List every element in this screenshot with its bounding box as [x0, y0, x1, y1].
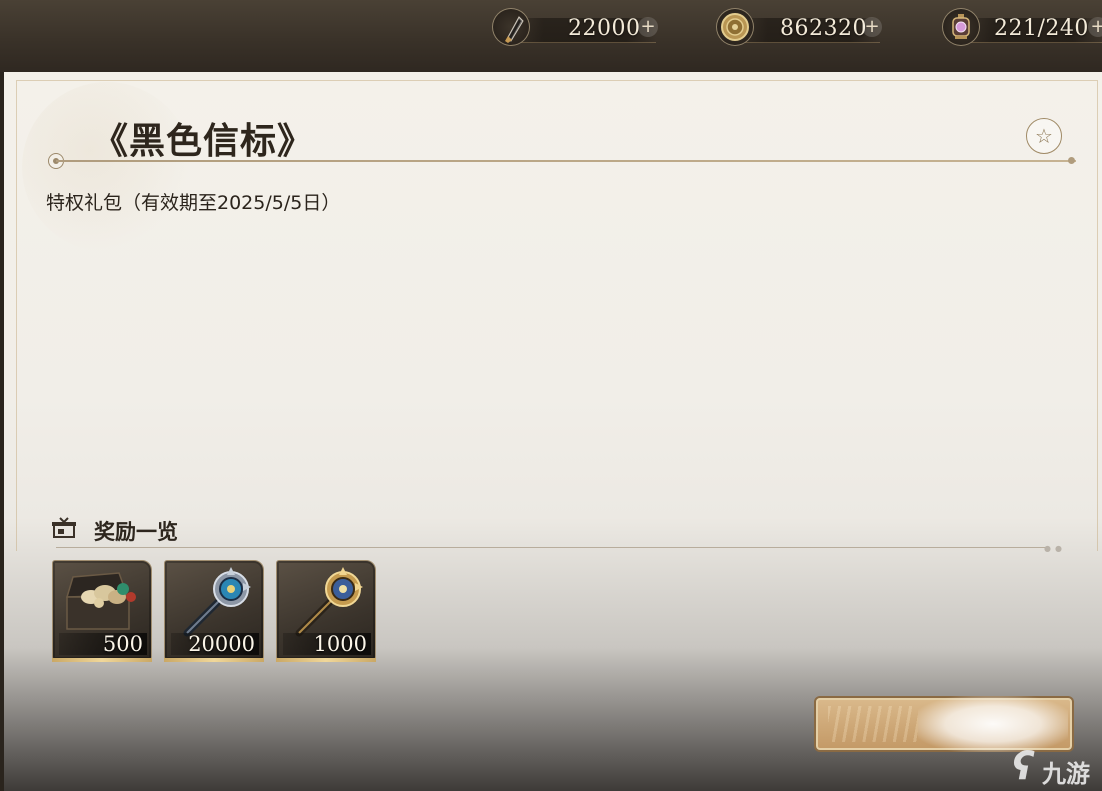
- reward-item-chest[interactable]: 500: [52, 560, 152, 662]
- crystal-add-button[interactable]: +: [638, 17, 658, 37]
- purchase-button[interactable]: [816, 696, 1072, 752]
- watermark-text: 九游: [1042, 760, 1090, 788]
- treasure-chest-icon: [65, 572, 136, 630]
- rewards-divider-dots: ●●: [1044, 544, 1066, 553]
- currency-crystal[interactable]: 22000 +: [492, 8, 662, 46]
- stamina-add-button[interactable]: +: [1088, 17, 1102, 37]
- currency-gold[interactable]: 862320 +: [716, 8, 886, 46]
- title-divider: [56, 160, 1076, 162]
- rewards-heading: 奖励一览: [94, 519, 178, 544]
- rewards-divider: [56, 547, 1046, 548]
- page-title: 《黑色信标》: [92, 120, 315, 162]
- blue-key-icon: [183, 567, 251, 637]
- gold-key-icon: [295, 567, 363, 637]
- pack-validity-text: 特权礼包（有效期至2025/5/5日）: [46, 192, 341, 214]
- gold-value: 862320: [780, 16, 867, 41]
- currency-stamina[interactable]: 221/240 +: [942, 8, 1102, 46]
- star-icon: ☆: [1035, 124, 1053, 148]
- resource-bar: 22000 + 862320 + 221/240 +: [0, 0, 1102, 72]
- reward-count: 20000: [171, 633, 259, 655]
- gift-box-icon: [52, 517, 76, 538]
- favorite-button[interactable]: ☆: [1026, 118, 1062, 154]
- stamina-value: 221/240: [994, 16, 1089, 41]
- title-divider-end: [1068, 157, 1075, 164]
- reward-count: 500: [59, 633, 147, 655]
- watermark-logo-mark: ʕ: [1012, 744, 1034, 788]
- crystal-value: 22000: [568, 16, 641, 41]
- reward-item-gold-key[interactable]: 1000: [276, 560, 376, 662]
- gold-coin-icon: [716, 8, 754, 46]
- reward-item-blue-key[interactable]: 20000: [164, 560, 264, 662]
- lantern-icon: [942, 8, 980, 46]
- reward-count: 1000: [283, 633, 371, 655]
- gold-add-button[interactable]: +: [862, 17, 882, 37]
- crystal-icon: [492, 8, 530, 46]
- gift-pack-panel: 《黑色信标》 ☆ 特权礼包（有效期至2025/5/5日） 奖励一览 ●● 500…: [4, 72, 1102, 791]
- decorative-swirl: [22, 82, 192, 252]
